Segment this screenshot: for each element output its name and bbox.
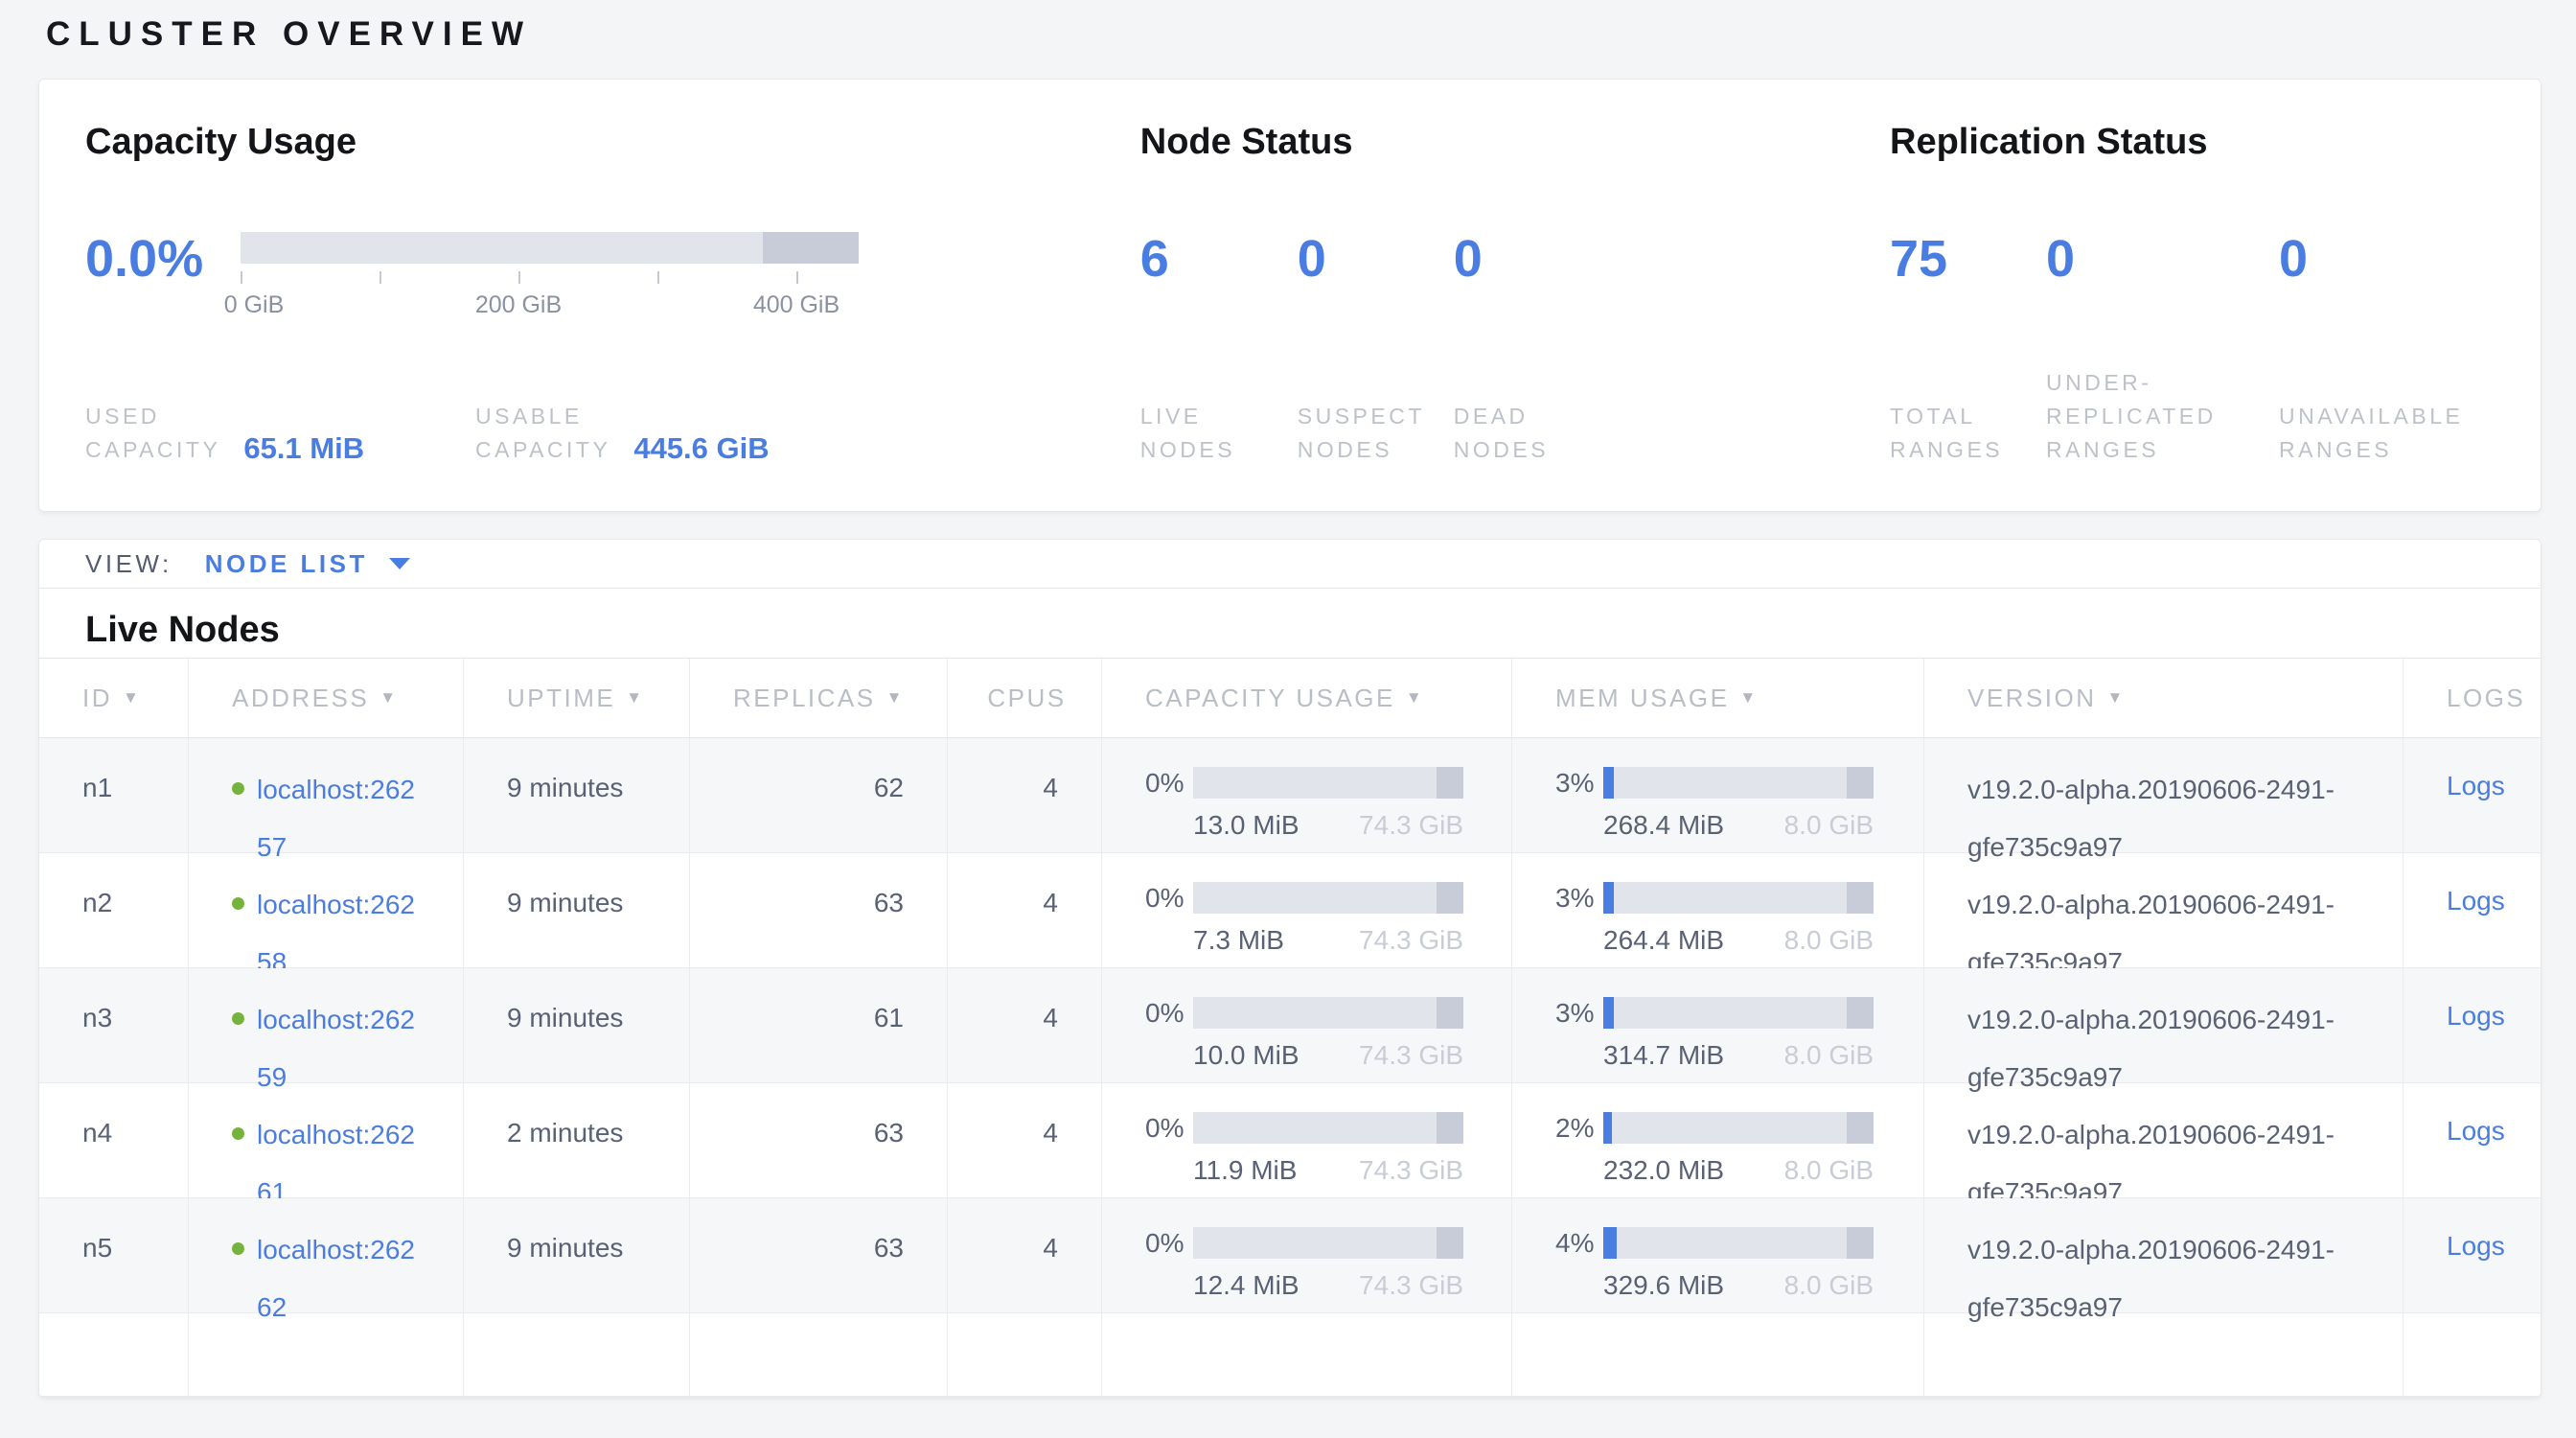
chevron-down-icon — [389, 558, 410, 569]
capacity-gauge: 0.0% 0 GiB 200 GiB 400 GiB — [85, 232, 1140, 287]
column-header-cpus: CPUS — [948, 659, 1102, 737]
dead-nodes-label: DEAD NODES — [1454, 400, 1610, 467]
sort-icon: ▼ — [1406, 688, 1424, 707]
node-live-icon — [232, 1127, 244, 1140]
column-header-version[interactable]: VERSION▼ — [1924, 659, 2404, 737]
logs-link[interactable]: Logs — [2447, 1116, 2505, 1146]
axis-tick-label: 200 GiB — [475, 291, 562, 319]
capacity-bar — [1193, 997, 1463, 1029]
unavailable-ranges-label: UNAVAILABLE RANGES — [2279, 400, 2495, 467]
node-status-section: Node Status 6 0 0 LIVE NODES SUSPECT NOD… — [1140, 122, 1890, 467]
view-selector-dropdown[interactable]: NODE LIST — [205, 549, 410, 579]
column-header-mem-usage[interactable]: MEM USAGE▼ — [1512, 659, 1924, 737]
axis-tick — [657, 271, 659, 284]
capacity-bar — [1193, 1112, 1463, 1144]
table-row: n2 localhost:26258 9 minutes 63 4 0% 7.3… — [39, 853, 2541, 968]
sort-icon: ▼ — [380, 688, 398, 707]
column-header-replicas[interactable]: REPLICAS▼ — [690, 659, 948, 737]
suspect-nodes-count: 0 — [1298, 232, 1454, 287]
under-replicated-ranges-count: 0 — [2046, 232, 2279, 287]
under-replicated-ranges-label: UNDER- REPLICATED RANGES — [2046, 366, 2279, 467]
table-row: n4 localhost:26261 2 minutes 63 4 0% 11.… — [39, 1083, 2541, 1198]
column-header-capacity-usage[interactable]: CAPACITY USAGE▼ — [1102, 659, 1512, 737]
capacity-bar — [1193, 767, 1463, 799]
capacity-bar-track — [241, 232, 859, 264]
usable-capacity-stat: USABLE CAPACITY 445.6 GiB — [475, 400, 770, 467]
used-capacity-value: 65.1 MiB — [243, 431, 364, 466]
capacity-gauge-bar: 0 GiB 200 GiB 400 GiB — [241, 232, 859, 287]
capacity-bar — [1193, 1227, 1463, 1259]
view-label: VIEW: — [85, 549, 172, 579]
capacity-usage-title: Capacity Usage — [85, 122, 1140, 163]
axis-tick — [796, 271, 798, 284]
capacity-percent: 0.0% — [85, 232, 241, 287]
replication-status-title: Replication Status — [1890, 122, 2495, 163]
axis-tick — [241, 271, 242, 284]
column-header-uptime[interactable]: UPTIME▼ — [464, 659, 690, 737]
node-live-icon — [232, 1012, 244, 1025]
total-ranges-label: TOTAL RANGES — [1890, 400, 2046, 467]
node-list-card: VIEW: NODE LIST Live Nodes ID▼ ADDRESS▼ … — [38, 539, 2542, 1398]
usable-capacity-label: USABLE CAPACITY — [475, 400, 610, 467]
cluster-summary-card: Capacity Usage 0.0% 0 GiB 200 GiB 400 Gi… — [38, 79, 2542, 512]
node-live-icon — [232, 897, 244, 910]
sort-icon: ▼ — [2107, 688, 2126, 707]
used-capacity-label: USED CAPACITY — [85, 400, 220, 467]
table-row: n5 localhost:26262 9 minutes 63 4 0% 12.… — [39, 1198, 2541, 1313]
node-live-icon — [232, 782, 244, 795]
logs-link[interactable]: Logs — [2447, 771, 2505, 800]
capacity-bar — [1193, 882, 1463, 914]
capacity-reserved-segment — [763, 232, 859, 264]
usable-capacity-value: 445.6 GiB — [633, 431, 769, 466]
view-selected-option: NODE LIST — [205, 549, 368, 579]
sort-icon: ▼ — [123, 688, 141, 707]
total-ranges-count: 75 — [1890, 232, 2046, 287]
table-row: n3 localhost:26259 9 minutes 61 4 0% 10.… — [39, 968, 2541, 1083]
axis-tick-label: 400 GiB — [753, 291, 840, 319]
column-header-logs: LOGS — [2404, 659, 2542, 737]
sort-icon: ▼ — [886, 688, 905, 707]
node-status-title: Node Status — [1140, 122, 1890, 163]
suspect-nodes-label: SUSPECT NODES — [1298, 400, 1454, 467]
capacity-usage-section: Capacity Usage 0.0% 0 GiB 200 GiB 400 Gi… — [85, 122, 1140, 467]
axis-tick — [518, 271, 520, 284]
table-header-row: ID▼ ADDRESS▼ UPTIME▼ REPLICAS▼ CPUS CAPA… — [39, 659, 2541, 738]
table-row-partial — [39, 1313, 2541, 1397]
mem-bar — [1603, 1112, 1874, 1144]
unavailable-ranges-count: 0 — [2279, 232, 2495, 287]
page-title: CLUSTER OVERVIEW — [46, 15, 2576, 54]
logs-link[interactable]: Logs — [2447, 1001, 2505, 1031]
table-row: n1 localhost:26257 9 minutes 62 4 0% 13.… — [39, 738, 2541, 853]
axis-tick — [380, 271, 381, 284]
column-header-id[interactable]: ID▼ — [39, 659, 189, 737]
sort-icon: ▼ — [626, 688, 644, 707]
logs-link[interactable]: Logs — [2447, 886, 2505, 916]
sort-icon: ▼ — [1739, 688, 1758, 707]
node-live-icon — [232, 1242, 244, 1255]
live-nodes-label: LIVE NODES — [1140, 400, 1298, 467]
replication-status-section: Replication Status 75 0 0 TOTAL RANGES U… — [1890, 122, 2495, 467]
live-nodes-title: Live Nodes — [85, 610, 2495, 651]
mem-bar — [1603, 882, 1874, 914]
dead-nodes-count: 0 — [1454, 232, 1610, 287]
used-capacity-stat: USED CAPACITY 65.1 MiB — [85, 400, 475, 467]
view-bar: VIEW: NODE LIST — [39, 540, 2541, 589]
column-header-address[interactable]: ADDRESS▼ — [189, 659, 464, 737]
axis-tick-label: 0 GiB — [224, 291, 285, 319]
logs-link[interactable]: Logs — [2447, 1231, 2505, 1261]
live-nodes-count: 6 — [1140, 232, 1298, 287]
mem-bar — [1603, 1227, 1874, 1259]
mem-bar — [1603, 767, 1874, 799]
mem-bar — [1603, 997, 1874, 1029]
